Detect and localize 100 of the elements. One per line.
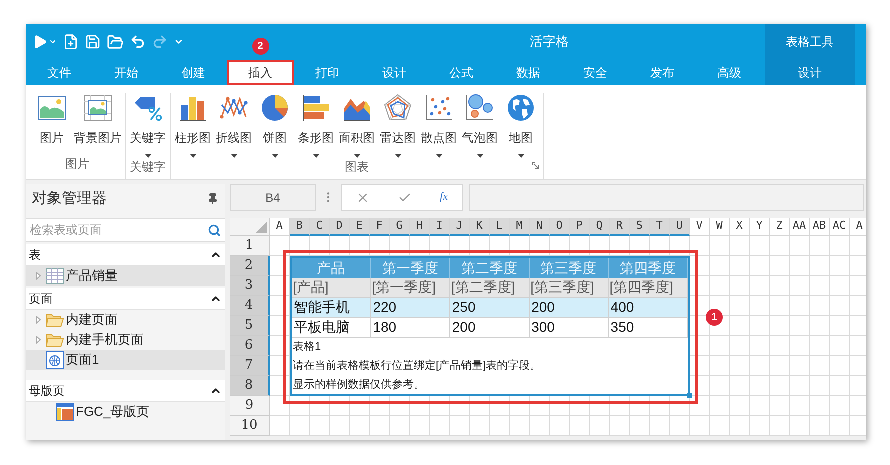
- callout-badge: 2: [252, 38, 269, 55]
- table-cell[interactable]: 400: [608, 298, 688, 318]
- search-box[interactable]: 检索表或页面: [26, 218, 225, 242]
- ribbon-button[interactable]: 条形图: [296, 93, 336, 158]
- column-header[interactable]: AA: [790, 218, 810, 236]
- ribbon-tab[interactable]: 插入: [227, 60, 294, 85]
- column-header[interactable]: C: [310, 218, 330, 236]
- table-cell[interactable]: 200: [450, 318, 530, 338]
- search-icon[interactable]: [208, 224, 221, 236]
- insert-function-button[interactable]: fx: [440, 189, 448, 206]
- dropdown-caret-icon[interactable]: [49, 38, 57, 46]
- select-all-icon[interactable]: [256, 222, 267, 233]
- resize-handle-icon[interactable]: [687, 393, 692, 398]
- tree-item[interactable]: 内建手机页面: [26, 330, 225, 350]
- row-header[interactable]: 1: [230, 236, 270, 256]
- ribbon-button[interactable]: 面积图: [337, 93, 377, 158]
- column-header[interactable]: A: [850, 218, 866, 236]
- section-header[interactable]: 页面: [26, 288, 225, 310]
- ribbon-button[interactable]: 雷达图: [378, 93, 418, 158]
- row-header[interactable]: 5: [230, 316, 270, 336]
- table-cell[interactable]: 220: [371, 298, 450, 318]
- table-cell[interactable]: 200: [530, 298, 609, 318]
- ribbon-button[interactable]: 关键字: [128, 93, 168, 158]
- folder-icon: [46, 332, 64, 348]
- column-header[interactable]: T: [650, 218, 670, 236]
- expand-triangle-icon[interactable]: [36, 336, 40, 344]
- row-header[interactable]: 3: [230, 276, 270, 296]
- table-cell[interactable]: 智能手机: [292, 298, 372, 318]
- column-header[interactable]: Q: [590, 218, 610, 236]
- column-header[interactable]: H: [410, 218, 430, 236]
- table-cell[interactable]: 平板电脑: [292, 318, 372, 338]
- table-cell[interactable]: 300: [530, 318, 609, 338]
- column-header[interactable]: E: [350, 218, 370, 236]
- row-header[interactable]: 2: [230, 256, 270, 276]
- table-note: 显示的样例数据仅供参考。: [293, 378, 426, 393]
- row-header[interactable]: 6: [230, 336, 270, 356]
- column-header[interactable]: P: [570, 218, 590, 236]
- data-table[interactable]: 产品 第一季度 第二季度 第三季度 第四季度 [产品] [第一季度] [第二季度] [第三季度] [第四季度] 智能手机 220 250 200 400 平板电脑 180 200 300 350 表格1 请在当前表格模板行位置绑定[产品销量]表的字段。 显示的样例数据仅供参考。: [290, 256, 690, 396]
- column-header[interactable]: AB: [810, 218, 830, 236]
- expand-triangle-icon[interactable]: [36, 272, 40, 280]
- row-header[interactable]: 4: [230, 296, 270, 316]
- customize-caret-icon[interactable]: [174, 37, 184, 47]
- column-header[interactable]: W: [710, 218, 730, 236]
- redo-icon[interactable]: [152, 34, 168, 50]
- dialog-launcher-icon[interactable]: [532, 162, 539, 169]
- row-header[interactable]: 10: [230, 416, 270, 436]
- table-cell[interactable]: 350: [608, 318, 688, 338]
- column-header[interactable]: AC: [830, 218, 850, 236]
- ribbon-button[interactable]: 背景图片: [73, 93, 123, 147]
- column-header[interactable]: G: [390, 218, 410, 236]
- ribbon-button[interactable]: 图片: [32, 93, 72, 147]
- column-header[interactable]: Z: [770, 218, 790, 236]
- ribbon-button[interactable]: 饼图: [255, 93, 295, 158]
- column-header[interactable]: X: [730, 218, 750, 236]
- ribbon-button[interactable]: 气泡图: [460, 93, 500, 158]
- ribbon-button[interactable]: 折线图: [214, 93, 254, 158]
- column-header[interactable]: A: [270, 218, 290, 236]
- tree-item[interactable]: FGC_母版页: [26, 402, 225, 422]
- row-header[interactable]: 9: [230, 396, 270, 416]
- expand-triangle-icon[interactable]: [36, 316, 40, 324]
- column-header[interactable]: U: [670, 218, 690, 236]
- table-cell[interactable]: 180: [371, 318, 450, 338]
- table-cell[interactable]: 250: [450, 298, 530, 318]
- row-header[interactable]: 8: [230, 376, 270, 396]
- ribbon-button[interactable]: 地图: [501, 93, 541, 158]
- tree-item[interactable]: 内建页面: [26, 310, 225, 330]
- column-header[interactable]: M: [510, 218, 530, 236]
- ribbon-button[interactable]: 散点图: [419, 93, 459, 158]
- tree-item[interactable]: 产品销量: [26, 266, 225, 286]
- run-icon[interactable]: [32, 34, 48, 50]
- tree-item[interactable]: 页面1: [26, 350, 225, 370]
- pin-icon[interactable]: [207, 193, 219, 205]
- column-header[interactable]: R: [610, 218, 630, 236]
- item-label: FGC_母版页: [76, 403, 150, 422]
- column-header[interactable]: I: [430, 218, 450, 236]
- formula-input-field[interactable]: [469, 184, 864, 211]
- section-header[interactable]: 表: [26, 244, 225, 266]
- column-header[interactable]: N: [530, 218, 550, 236]
- column-header[interactable]: O: [550, 218, 570, 236]
- ribbon-tab[interactable]: 设计: [765, 60, 855, 85]
- column-header[interactable]: Y: [750, 218, 770, 236]
- ribbon-button[interactable]: 柱形图: [173, 93, 213, 158]
- new-file-icon[interactable]: [63, 34, 79, 50]
- column-header[interactable]: B: [290, 218, 310, 236]
- cell-reference-field[interactable]: B4: [230, 184, 316, 211]
- template-cell: [第四季度]: [608, 278, 688, 298]
- table-header-cell: 产品: [292, 258, 372, 278]
- undo-icon[interactable]: [130, 34, 146, 50]
- section-header[interactable]: 母版页: [26, 380, 225, 402]
- column-header[interactable]: L: [490, 218, 510, 236]
- column-header[interactable]: V: [690, 218, 710, 236]
- open-folder-icon[interactable]: [107, 34, 124, 50]
- column-header[interactable]: J: [450, 218, 470, 236]
- column-header[interactable]: F: [370, 218, 390, 236]
- column-header[interactable]: S: [630, 218, 650, 236]
- radar-chart-icon: [383, 93, 413, 123]
- save-icon[interactable]: [85, 34, 101, 50]
- row-header[interactable]: 7: [230, 356, 270, 376]
- column-header[interactable]: K: [470, 218, 490, 236]
- column-header[interactable]: D: [330, 218, 350, 236]
